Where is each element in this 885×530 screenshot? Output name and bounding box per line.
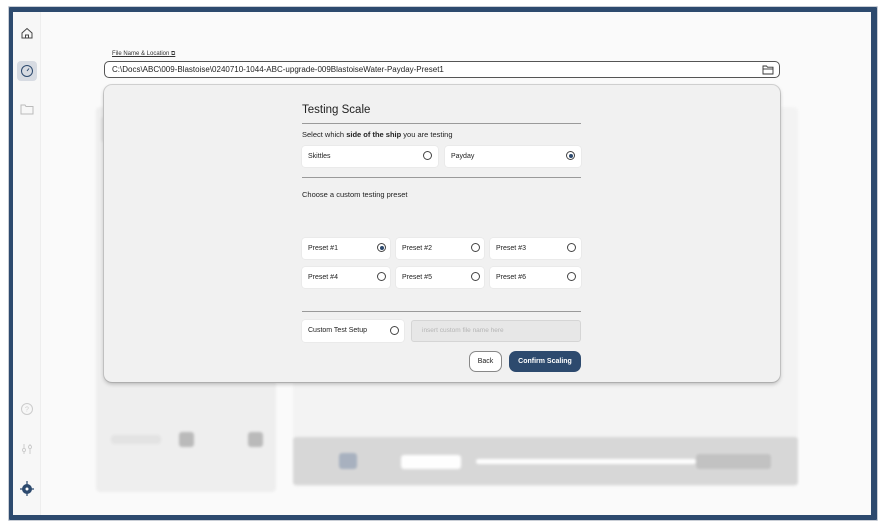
testing-scale-modal: Testing Scale Select which side of the s… [104, 85, 780, 382]
help-icon[interactable]: ? [17, 399, 37, 419]
side-option-skittles[interactable]: Skittles [302, 146, 438, 167]
preset-option-1[interactable]: Preset #1 [302, 238, 390, 259]
radio-payday[interactable] [566, 151, 575, 160]
preset-option-3[interactable]: Preset #3 [490, 238, 581, 259]
custom-file-name-input[interactable]: insert custom file name here [411, 320, 581, 342]
folder-icon[interactable] [17, 99, 37, 119]
preset-option-5[interactable]: Preset #5 [396, 267, 484, 288]
app-screen: ? File Name & Location ⧉ C:\Docs\ABC\009… [13, 12, 871, 515]
back-button[interactable]: Back [469, 351, 502, 372]
confirm-scaling-button[interactable]: Confirm Scaling [509, 351, 581, 372]
radio-preset-6[interactable] [567, 272, 576, 281]
preset-label: Preset #4 [308, 274, 338, 281]
preset-label: Preset #2 [402, 245, 432, 252]
side-option-label: Payday [451, 153, 475, 160]
divider [302, 123, 581, 124]
modal-title: Testing Scale [302, 104, 371, 116]
preset-option-4[interactable]: Preset #4 [302, 267, 390, 288]
radio-preset-1[interactable] [377, 243, 386, 252]
custom-test-label: Custom Test Setup [308, 327, 368, 334]
radio-skittles[interactable] [423, 151, 432, 160]
main-area: File Name & Location ⧉ C:\Docs\ABC\009-B… [41, 12, 871, 515]
sliders-icon[interactable] [17, 439, 37, 459]
side-prompt: Select which side of the ship you are te… [302, 130, 453, 139]
radio-preset-4[interactable] [377, 272, 386, 281]
preset-label: Preset #3 [496, 245, 526, 252]
gauge-icon[interactable] [17, 61, 37, 81]
preset-option-6[interactable]: Preset #6 [490, 267, 581, 288]
preset-option-2[interactable]: Preset #2 [396, 238, 484, 259]
preset-label: Preset #6 [496, 274, 526, 281]
radio-preset-5[interactable] [471, 272, 480, 281]
preset-prompt: Choose a custom testing preset [302, 190, 408, 199]
radio-preset-2[interactable] [471, 243, 480, 252]
divider [302, 311, 581, 312]
side-option-label: Skittles [308, 153, 331, 160]
divider [302, 177, 581, 178]
radio-custom-test[interactable] [390, 326, 399, 335]
home-icon[interactable] [17, 23, 37, 43]
custom-test-option[interactable]: Custom Test Setup [302, 320, 404, 342]
preset-label: Preset #5 [402, 274, 432, 281]
side-option-payday[interactable]: Payday [445, 146, 581, 167]
radio-preset-3[interactable] [567, 243, 576, 252]
ship-wheel-icon[interactable] [17, 478, 37, 498]
svg-text:?: ? [25, 407, 29, 414]
preset-label: Preset #1 [308, 245, 338, 252]
sidebar: ? [13, 12, 41, 515]
